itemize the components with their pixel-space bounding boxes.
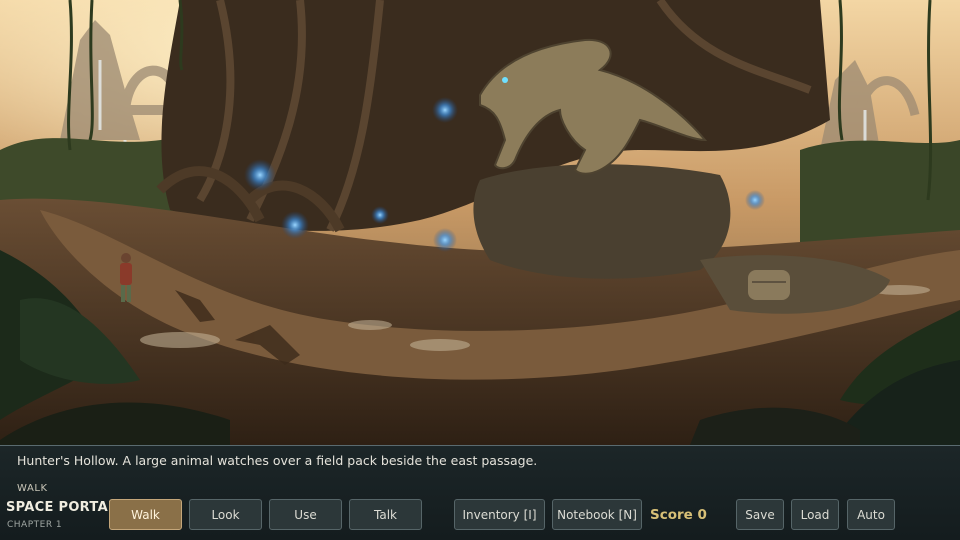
auto-button[interactable]: Auto	[847, 499, 895, 530]
walk-button[interactable]: Walk	[109, 499, 182, 530]
look-button[interactable]: Look	[189, 499, 262, 530]
talk-button[interactable]: Talk	[349, 499, 422, 530]
current-verb-label: WALK	[17, 483, 48, 494]
action-bar: Hunter's Hollow. A large animal watches …	[0, 445, 960, 540]
chapter-label: CHAPTER 1	[7, 520, 63, 530]
notebook-button[interactable]: Notebook [N]	[552, 499, 642, 530]
rock-ledge	[473, 164, 731, 279]
use-button[interactable]: Use	[269, 499, 342, 530]
load-button[interactable]: Load	[791, 499, 839, 530]
save-button[interactable]: Save	[736, 499, 784, 530]
narration-text: Hunter's Hollow. A large animal watches …	[17, 453, 538, 468]
score-display: Score 0	[650, 507, 707, 523]
inventory-button[interactable]: Inventory [I]	[454, 499, 545, 530]
field-pack[interactable]	[748, 270, 790, 300]
game-title: SPACE PORTAL	[6, 500, 117, 515]
game-scene[interactable]	[0, 0, 960, 445]
